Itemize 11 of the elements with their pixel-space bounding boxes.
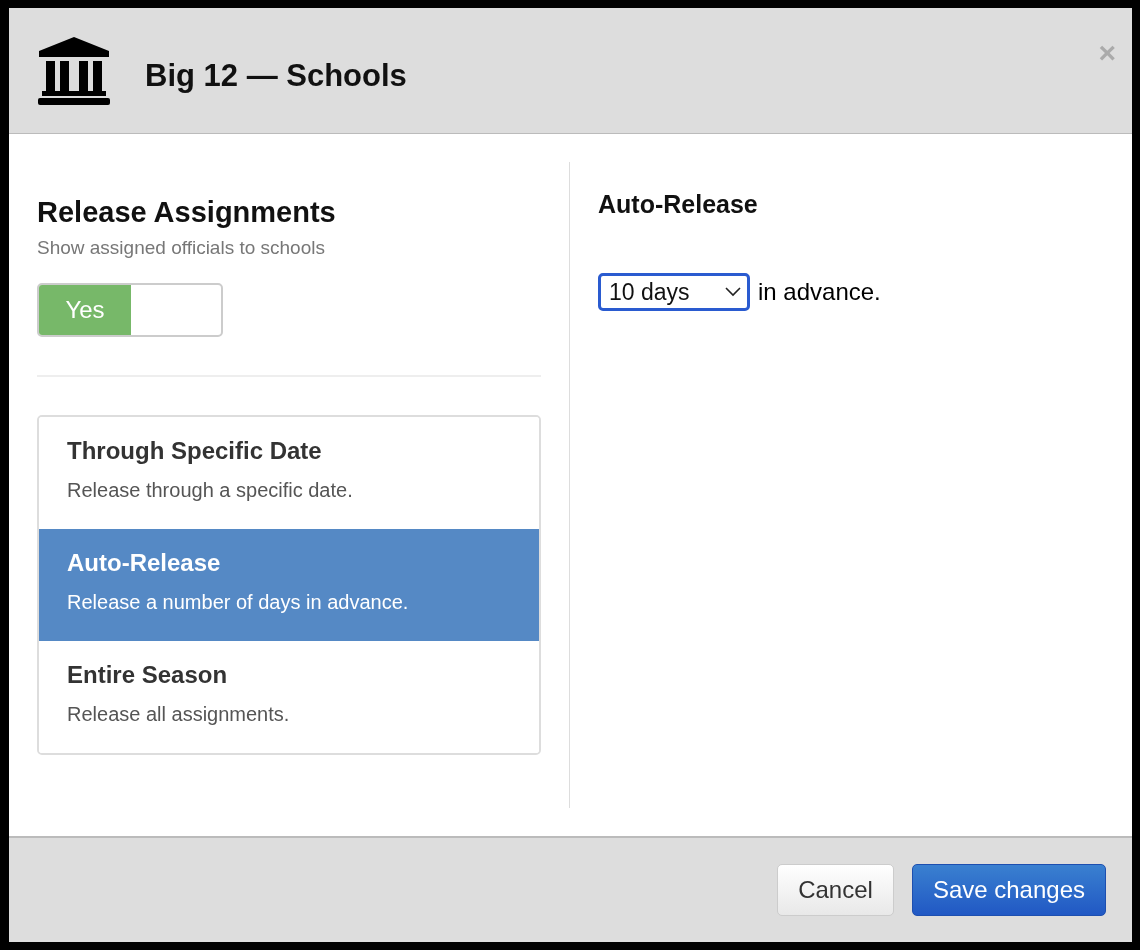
dropdown-suffix: in advance. (758, 278, 881, 306)
cancel-button[interactable]: Cancel (777, 864, 894, 916)
days-dropdown[interactable]: 10 days (598, 273, 750, 311)
bank-icon (37, 36, 111, 105)
save-button[interactable]: Save changes (911, 864, 1106, 916)
section-subtitle: Show assigned officials to schools (37, 237, 326, 259)
option-item[interactable]: Auto-Release Release a number of days in advance. (39, 529, 539, 641)
section-heading: Release Assignments (37, 196, 337, 229)
detail-heading: Auto-Release (598, 190, 759, 219)
chevron-icon (725, 287, 741, 297)
modal-title: Big 12 — Schools (145, 57, 407, 94)
